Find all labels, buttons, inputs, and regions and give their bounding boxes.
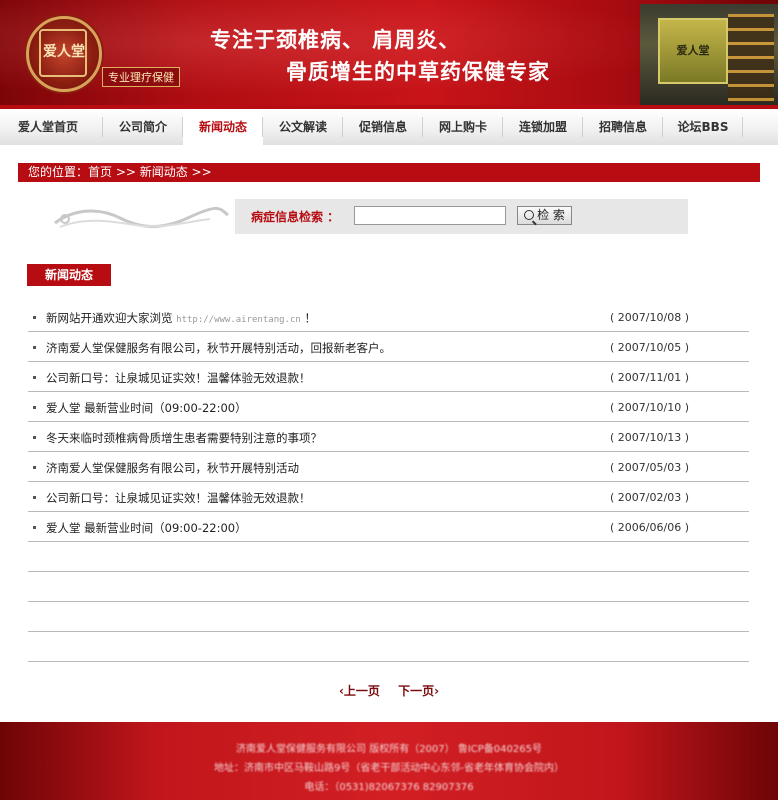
list-item: 公司新口号：让泉城见证实效！温馨体验无效退款！ ( 2007/02/03 ) (28, 482, 749, 512)
search-input[interactable] (354, 206, 506, 225)
nav-item-about[interactable]: 公司简介 (103, 109, 183, 145)
list-item: 济南爱人堂保健服务有限公司，秋节开展特别活动，回报新老客户。 ( 2007/10… (28, 332, 749, 362)
main-nav: 爱人堂首页 公司简介 新闻动态 公文解读 促销信息 网上购卡 连锁加盟 招聘信息… (0, 105, 778, 145)
news-date: ( 2007/11/01 ) (610, 371, 689, 384)
footer-address: 地址：济南市中区马鞍山路9号（省老干部活动中心东邻-省老年体育协会院内） (214, 763, 564, 774)
news-title-link[interactable]: 公司新口号：让泉城见证实效！温馨体验无效退款！ (46, 490, 311, 506)
nav-divider (742, 117, 743, 137)
list-item: 新网站开通欢迎大家浏览 http://www.airentang.cn ！ ( … (28, 302, 749, 332)
nav-item-buy-card[interactable]: 网上购卡 (423, 109, 503, 145)
news-date: ( 2007/10/05 ) (610, 341, 689, 354)
pagination: ‹上一页 下一页› (0, 682, 778, 699)
list-item: 公司新口号：让泉城见证实效！温馨体验无效退款！ ( 2007/11/01 ) (28, 362, 749, 392)
list-item: 冬天来临时颈椎病骨质增生患者需要特别注意的事项？ ( 2007/10/13 ) (28, 422, 749, 452)
list-item: 爱人堂 最新营业时间（09:00-22:00） ( 2006/06/06 ) (28, 512, 749, 542)
next-page-link[interactable]: 下一页› (398, 684, 439, 698)
search-button-label: 检 索 (537, 208, 565, 222)
footer-phone: 电话：（0531)82067376 82907376 (304, 782, 474, 793)
shop-sign-text: 爱人堂 (676, 44, 710, 57)
bullet-icon (33, 316, 36, 319)
news-title-link[interactable]: 公司新口号：让泉城见证实效！温馨体验无效退款！ (46, 370, 311, 386)
prev-page-link[interactable]: ‹上一页 (339, 684, 380, 698)
search-panel: 病症信息检索 ： 检 索 (235, 199, 688, 234)
news-title-link[interactable]: 新网站开通欢迎大家浏览 http://www.airentang.cn ！ (46, 310, 316, 326)
nav-item-news[interactable]: 新闻动态 (183, 109, 263, 145)
site-header: 爱人堂 专业理疗保健 专注于颈椎病、 肩周炎、 骨质增生的中草药保健专家 爱人堂 (0, 0, 778, 105)
news-title-link[interactable]: 爱人堂 最新营业时间（09:00-22:00） (46, 520, 247, 536)
nav-item-franchise[interactable]: 连锁加盟 (503, 109, 583, 145)
search-button[interactable]: 检 索 (517, 206, 572, 225)
list-item-empty (28, 602, 749, 632)
search-icon (524, 210, 535, 220)
breadcrumb: 您的位置：首页 >> 新闻动态 >> (18, 163, 760, 182)
list-item: 爱人堂 最新营业时间（09:00-22:00） ( 2007/10/10 ) (28, 392, 749, 422)
list-item-empty (28, 632, 749, 662)
news-date: ( 2007/02/03 ) (610, 491, 689, 504)
list-item-empty (28, 542, 749, 572)
shopfront-photo: 爱人堂 (640, 4, 778, 105)
logo-text: 爱人堂 (43, 44, 85, 60)
nav-item-forum[interactable]: 论坛BBS (663, 109, 743, 145)
news-date: ( 2007/10/08 ) (610, 311, 689, 324)
news-title-link[interactable]: 济南爱人堂保健服务有限公司，秋节开展特别活动 (46, 460, 299, 476)
news-date: ( 2006/06/06 ) (610, 521, 689, 534)
list-item-empty (28, 572, 749, 602)
site-footer: 济南爱人堂保健服务有限公司 版权所有（2007） 鲁ICP备040265号 地址… (0, 722, 778, 800)
footer-copyright: 济南爱人堂保健服务有限公司 版权所有（2007） 鲁ICP备040265号 (236, 744, 542, 755)
search-label: 病症信息检索 ： (251, 210, 340, 224)
bullet-icon (33, 346, 36, 349)
logo-seal[interactable]: 爱人堂 (26, 16, 102, 92)
nav-item-promotions[interactable]: 促销信息 (343, 109, 423, 145)
section-title: 新闻动态 (27, 264, 111, 286)
nav-item-jobs[interactable]: 招聘信息 (583, 109, 663, 145)
news-title-link[interactable]: 济南爱人堂保健服务有限公司，秋节开展特别活动，回报新老客户。 (46, 340, 391, 356)
decorative-swirl (54, 207, 229, 228)
bullet-icon (33, 436, 36, 439)
nav-item-home[interactable]: 爱人堂首页 (8, 109, 88, 145)
news-title: 新网站开通欢迎大家浏览 (46, 311, 173, 325)
logo-tagline: 专业理疗保健 (102, 67, 180, 87)
news-date: ( 2007/10/10 ) (610, 401, 689, 414)
news-list: 新网站开通欢迎大家浏览 http://www.airentang.cn ！ ( … (28, 302, 749, 662)
news-title-link[interactable]: 冬天来临时颈椎病骨质增生患者需要特别注意的事项？ (46, 430, 322, 446)
slogan-line-1: 专注于颈椎病、 肩周炎、 (210, 28, 461, 52)
slogan-line-2: 骨质增生的中草药保健专家 (286, 60, 550, 84)
bullet-icon (33, 466, 36, 469)
list-item: 济南爱人堂保健服务有限公司，秋节开展特别活动 ( 2007/05/03 ) (28, 452, 749, 482)
shop-lights (728, 14, 774, 102)
bullet-icon (33, 406, 36, 409)
nav-item-documents[interactable]: 公文解读 (263, 109, 343, 145)
news-date: ( 2007/10/13 ) (610, 431, 689, 444)
news-title-link[interactable]: 爱人堂 最新营业时间（09:00-22:00） (46, 400, 247, 416)
news-title-suffix: ！ (304, 311, 316, 325)
news-url: http://www.airentang.cn (176, 315, 301, 325)
bullet-icon (33, 496, 36, 499)
news-date: ( 2007/05/03 ) (610, 461, 689, 474)
bullet-icon (33, 376, 36, 379)
shop-sign: 爱人堂 (658, 18, 728, 84)
bullet-icon (33, 526, 36, 529)
